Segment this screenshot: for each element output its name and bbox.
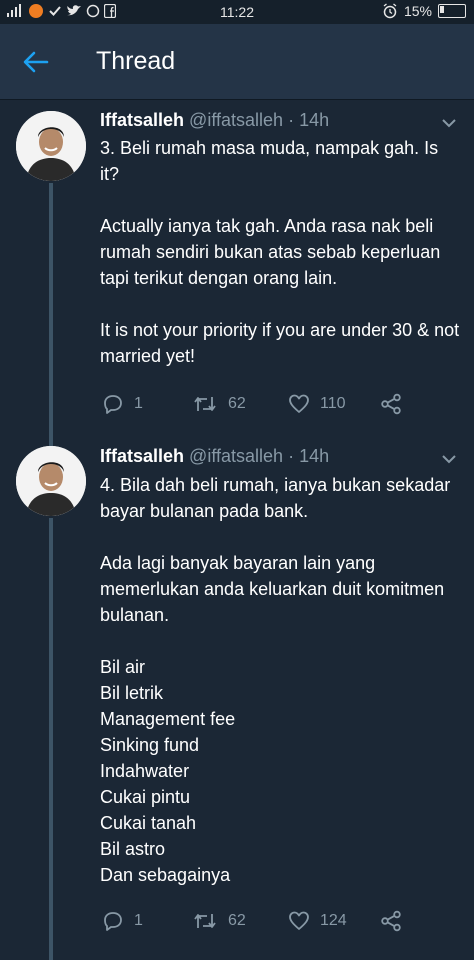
header: Thread	[0, 24, 474, 99]
tweet-time: 14h	[299, 446, 330, 466]
battery-icon	[438, 4, 466, 18]
author-name[interactable]: Iffatsalleh	[100, 110, 184, 130]
reply-icon	[104, 912, 122, 931]
tweet-actions: 1 62 124	[100, 910, 420, 936]
reply-button[interactable]: 1	[102, 393, 143, 415]
reply-icon	[104, 395, 122, 414]
status-right: 15%	[382, 3, 466, 19]
retweet-icon	[194, 397, 216, 411]
reply-count: 1	[134, 912, 143, 929]
heart-icon	[289, 394, 309, 413]
tweet-actions: 1 62 110	[100, 393, 420, 419]
chevron-down-icon[interactable]	[440, 450, 458, 468]
tweet-header: Iffatsalleh @iffatsalleh · 14h	[100, 110, 329, 131]
chevron-down-icon[interactable]	[440, 114, 458, 132]
avatar-image	[16, 446, 86, 516]
retweet-count: 62	[228, 395, 246, 412]
thread-line	[49, 183, 53, 450]
like-button[interactable]: 124	[288, 910, 347, 932]
tweet-header: Iffatsalleh @iffatsalleh · 14h	[100, 446, 329, 467]
arrow-left-icon[interactable]	[20, 46, 52, 78]
reply-count: 1	[134, 395, 143, 412]
like-count: 124	[320, 912, 347, 929]
author-name[interactable]: Iffatsalleh	[100, 446, 184, 466]
heart-icon	[289, 911, 309, 930]
status-bar: 11:22 15%	[0, 0, 474, 24]
retweet-icon	[194, 914, 216, 928]
avatar-image	[16, 111, 86, 181]
share-button[interactable]	[380, 393, 402, 415]
thread-line	[49, 518, 53, 960]
like-button[interactable]: 110	[288, 393, 346, 415]
tweet-text: 4. Bila dah beli rumah, ianya bukan seka…	[100, 475, 451, 885]
dot-separator: ·	[288, 110, 295, 130]
share-icon	[381, 910, 401, 932]
like-count: 110	[320, 395, 346, 412]
author-handle[interactable]: @iffatsalleh	[189, 110, 283, 130]
tweet-time: 14h	[299, 110, 330, 130]
page-title: Thread	[96, 47, 176, 75]
share-button[interactable]	[380, 910, 402, 932]
tweet-text: 3. Beli rumah masa muda, nampak gah. Is …	[100, 138, 460, 366]
reply-button[interactable]: 1	[102, 910, 143, 932]
author-handle[interactable]: @iffatsalleh	[189, 446, 283, 466]
dot-separator: ·	[288, 446, 295, 466]
alarm-icon	[383, 3, 397, 19]
share-icon	[381, 393, 401, 415]
avatar[interactable]	[16, 446, 86, 516]
retweet-button[interactable]: 62	[192, 393, 246, 415]
avatar[interactable]	[16, 111, 86, 181]
battery-percent: 15%	[403, 3, 432, 19]
retweet-count: 62	[228, 912, 246, 929]
retweet-button[interactable]: 62	[192, 910, 246, 932]
